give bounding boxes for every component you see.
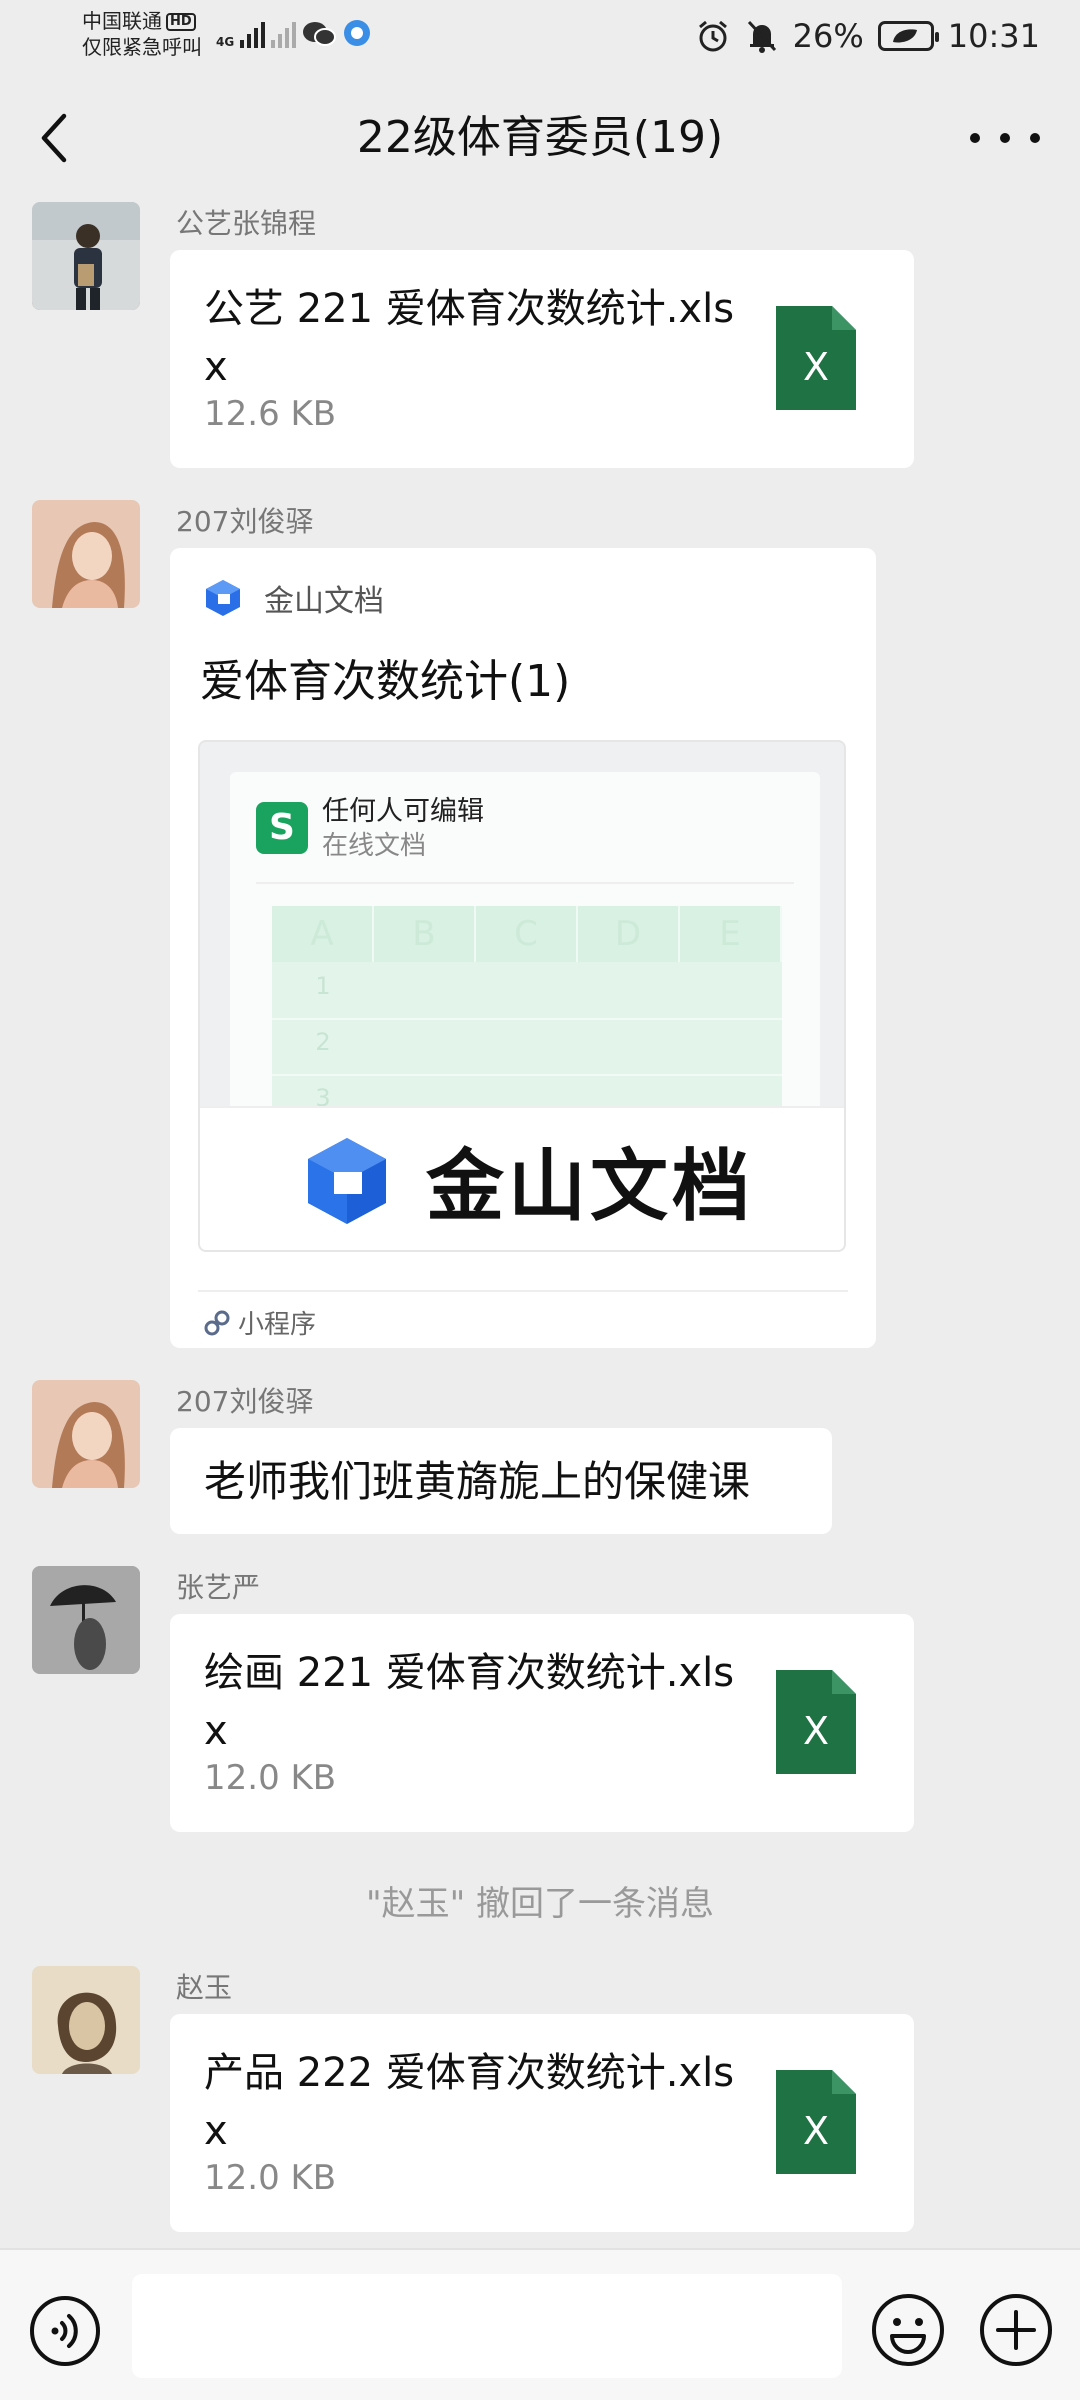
file-name: 绘画 221 爱体育次数统计.xlsx — [204, 1650, 735, 1754]
svg-text:X: X — [803, 1709, 829, 1753]
avatar[interactable] — [32, 202, 140, 310]
text-message[interactable]: 老师我们班黄旖旎上的保健课 — [170, 1428, 832, 1534]
input-bar — [0, 2248, 1080, 2400]
sender-name: 赵玉 — [176, 1971, 233, 2004]
file-name: 产品 222 爱体育次数统计.xlsx — [204, 2050, 735, 2154]
app-notification-icon — [344, 20, 371, 46]
avatar[interactable] — [32, 500, 140, 608]
signal-indicators: 4G — [216, 14, 372, 48]
card-title: 爱体育次数统计(1) — [200, 656, 571, 707]
emergency-label: 仅限紧急呼叫 — [82, 35, 202, 59]
avatar[interactable] — [32, 1380, 140, 1488]
sender-name: 张艺严 — [176, 1571, 261, 1604]
mute-bell-icon — [747, 20, 776, 53]
carrier-name: 中国联通 — [82, 9, 162, 33]
row-header: 2 — [315, 1028, 331, 1056]
svg-text:X: X — [803, 2109, 829, 2153]
emoji-icon — [872, 2294, 944, 2366]
voice-button[interactable] — [28, 2294, 102, 2368]
spreadsheet-icon: S — [256, 802, 308, 854]
file-message[interactable]: 绘画 221 爱体育次数统计.xlsx 12.0 KB X — [170, 1614, 914, 1832]
preview-document: S 任何人可编辑 在线文档 A B C D E 1 2 3 — [230, 772, 820, 1136]
doc-type-label: 在线文档 — [322, 831, 427, 861]
column-header: A — [272, 906, 374, 962]
hd-badge: HD — [166, 13, 196, 31]
file-size: 12.0 KB — [204, 1758, 337, 1798]
sender-name: 公艺张锦程 — [176, 207, 317, 240]
chat-header: 22级体育委员(19) — [0, 72, 1080, 204]
permission-label: 任何人可编辑 — [322, 796, 484, 827]
sender-name: 207刘俊驿 — [176, 505, 314, 538]
plus-icon — [980, 2294, 1052, 2366]
status-right: 26% 10:31 — [695, 14, 1040, 58]
signal-icon — [240, 22, 266, 48]
column-header: D — [578, 906, 680, 962]
app-name: 金山文档 — [264, 584, 384, 619]
message-text: 老师我们班黄旖旎上的保健课 — [204, 1457, 751, 1506]
column-header: C — [476, 906, 578, 962]
card-preview: S 任何人可编辑 在线文档 A B C D E 1 2 3 金山文档 — [198, 740, 846, 1252]
carrier-info: 中国联通 HD 仅限紧急呼叫 — [82, 8, 202, 60]
mini-program-card[interactable]: 金山文档 爱体育次数统计(1) S 任何人可编辑 在线文档 A B C D E … — [170, 548, 876, 1348]
column-header: B — [374, 906, 476, 962]
clock: 10:31 — [947, 17, 1040, 55]
spreadsheet-grid: A B C D E 1 2 3 — [272, 906, 782, 1136]
battery-percent: 26% — [792, 17, 864, 55]
chat-title: 22级体育委员(19) — [356, 112, 724, 163]
file-size: 12.6 KB — [204, 394, 337, 434]
alarm-icon — [698, 20, 727, 52]
excel-file-icon: X — [776, 1670, 856, 1774]
avatar[interactable] — [32, 1966, 140, 2074]
message-input[interactable] — [132, 2274, 842, 2378]
more-dots-icon — [970, 133, 980, 143]
more-button[interactable] — [970, 122, 1040, 154]
emoji-button[interactable] — [870, 2292, 946, 2368]
excel-file-icon: X — [776, 2070, 856, 2174]
wechat-icon — [303, 22, 337, 46]
voice-icon — [30, 2296, 100, 2366]
row-header: 1 — [315, 972, 331, 1000]
plus-button[interactable] — [978, 2292, 1054, 2368]
recall-notice: "赵玉" 撤回了一条消息 — [365, 1884, 715, 1924]
signal-icon-sim2 — [271, 22, 297, 48]
svg-text:X: X — [803, 345, 829, 389]
file-message[interactable]: 产品 222 爱体育次数统计.xlsx 12.0 KB X — [170, 2014, 914, 2232]
kdocs-logo-icon — [308, 1138, 386, 1224]
file-size: 12.0 KB — [204, 2158, 337, 2198]
file-message[interactable]: 公艺 221 爱体育次数统计.xlsx 12.6 KB X — [170, 250, 914, 468]
avatar[interactable] — [32, 1566, 140, 1674]
brand-name: 金山文档 — [426, 1142, 755, 1232]
link-icon — [204, 1310, 230, 1335]
file-name: 公艺 221 爱体育次数统计.xlsx — [204, 286, 735, 390]
status-bar: 中国联通 HD 仅限紧急呼叫 4G 26% 10:31 — [0, 0, 1080, 72]
battery-icon — [877, 21, 939, 51]
excel-file-icon: X — [776, 306, 856, 410]
column-header: E — [680, 906, 782, 962]
network-type: 4G — [216, 35, 235, 49]
brand-banner: 金山文档 — [200, 1106, 844, 1250]
sender-name: 207刘俊驿 — [176, 1385, 314, 1418]
kdocs-logo-icon — [206, 580, 240, 616]
card-app-row: 金山文档 — [204, 576, 384, 620]
mini-program-label: 小程序 — [204, 1304, 316, 1341]
